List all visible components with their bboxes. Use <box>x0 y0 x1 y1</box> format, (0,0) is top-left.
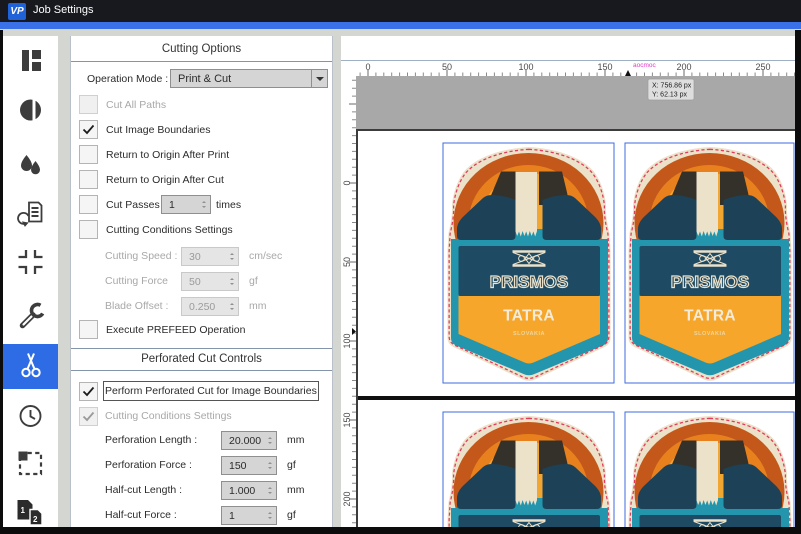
svg-text:Y: 62.13 px: Y: 62.13 px <box>652 92 688 99</box>
svg-text:X: 756.86 px: X: 756.86 px <box>652 83 692 90</box>
svg-text:aocmoc: aocmoc <box>633 62 657 69</box>
svg-text:1: 1 <box>21 506 26 515</box>
svg-text:2: 2 <box>33 515 38 524</box>
